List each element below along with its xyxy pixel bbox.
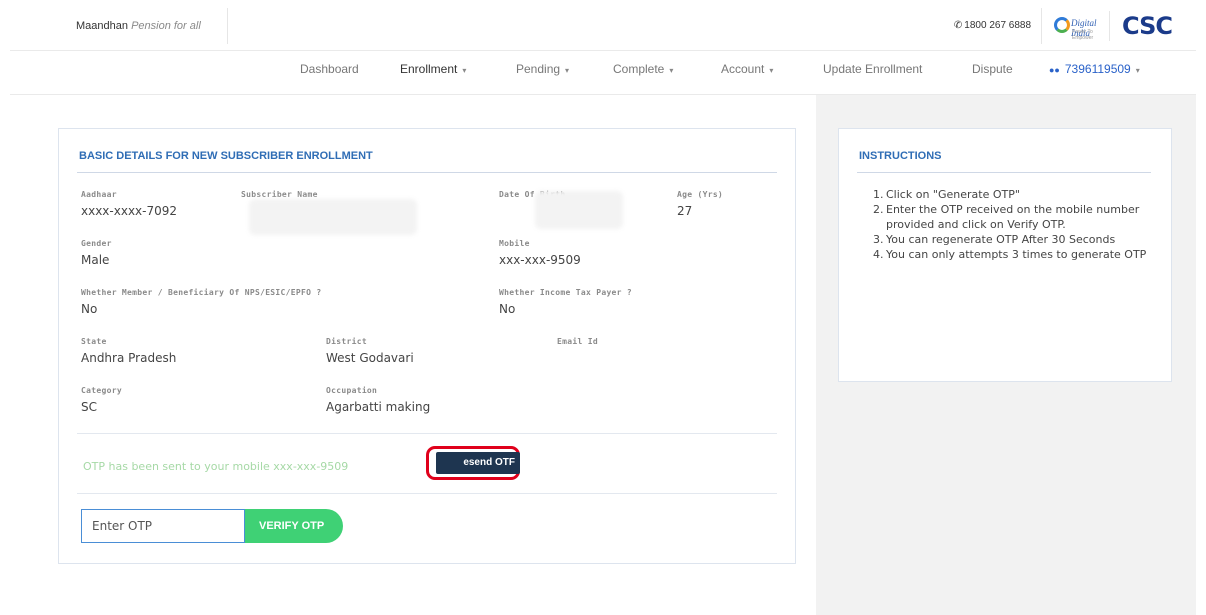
- nav-update-enrollment[interactable]: Update Enrollment: [823, 62, 922, 76]
- email-field: Email Id: [557, 337, 598, 351]
- income-tax-label: Whether Income Tax Payer ?: [499, 288, 633, 297]
- occupation-field: Occupation Agarbatti making: [326, 386, 430, 414]
- nav-account-label: Account: [721, 62, 765, 76]
- mobile-label: Mobile: [499, 239, 530, 248]
- digital-india-subtext: Power To Empower: [1072, 29, 1094, 41]
- nav-update-enrollment-label: Update Enrollment: [823, 62, 923, 76]
- age-value: 27: [677, 204, 693, 218]
- member-value: No: [81, 302, 98, 316]
- gender-label: Gender: [81, 239, 112, 248]
- redacted-name: [249, 199, 417, 235]
- gender-field: Gender Male: [81, 239, 112, 267]
- nav-pending[interactable]: Pending ▾: [516, 62, 569, 76]
- district-value: West Godavari: [326, 351, 414, 365]
- district-label: District: [326, 337, 367, 346]
- nav-account[interactable]: Account ▾: [721, 62, 773, 76]
- instruction-number: 1.: [873, 188, 884, 201]
- header-divider: [10, 50, 1196, 51]
- verify-otp-button[interactable]: VERIFY OTP: [245, 509, 343, 543]
- aadhaar-label: Aadhaar: [81, 190, 117, 199]
- brand-tagline: Pension for all: [131, 20, 201, 32]
- aadhaar-value: xxxx-xxxx-7092: [81, 204, 178, 218]
- member-field: Whether Member / Beneficiary Of NPS/ESIC…: [81, 288, 321, 316]
- helpline-number: 1800 267 6888: [964, 20, 1032, 31]
- nav-dispute[interactable]: Dispute: [972, 62, 1013, 76]
- member-label: Whether Member / Beneficiary Of NPS/ESIC…: [81, 288, 322, 297]
- state-label: State: [81, 337, 107, 346]
- nav-enrollment[interactable]: Enrollment ▾: [400, 62, 466, 76]
- main-nav: Dashboard Enrollment ▾ Pending ▾ Complete ▾…: [0, 62, 1206, 86]
- resend-highlight: esend OTF: [426, 446, 520, 480]
- instructions-card: INSTRUCTIONS 1. Click on "Generate OTP" 2…: [838, 128, 1172, 382]
- user-number: 7396119509: [1064, 62, 1131, 76]
- email-label: Email Id: [557, 337, 598, 346]
- chevron-down-icon: ▾: [769, 66, 774, 75]
- chevron-down-icon: ▾: [1135, 66, 1140, 75]
- subscriber-name-label: Subscriber Name: [241, 190, 318, 199]
- otp-sent-message: OTP has been sent to your mobile xxx-xxx…: [83, 460, 349, 473]
- mobile-field: Mobile xxx-xxx-9509: [499, 239, 581, 267]
- csc-logo: CSC: [1122, 12, 1173, 40]
- income-tax-value: No: [499, 302, 516, 316]
- phone-icon: ✆: [953, 20, 963, 31]
- occupation-label: Occupation: [326, 386, 378, 395]
- nav-dispute-label: Dispute: [972, 62, 1013, 76]
- instructions-title: INSTRUCTIONS: [859, 150, 942, 162]
- chevron-down-icon: ▾: [462, 66, 467, 75]
- instruction-text: You can only attempts 3 times to generat…: [886, 248, 1147, 261]
- verify-divider: [77, 493, 777, 494]
- digital-india-swirl-icon: [1054, 17, 1071, 33]
- instruction-text: You can regenerate OTP After 30 Seconds: [886, 233, 1116, 246]
- category-field: Category SC: [81, 386, 122, 414]
- chevron-down-icon: ▾: [565, 66, 570, 75]
- aadhaar-field: Aadhaar xxxx-xxxx-7092: [81, 190, 177, 218]
- instruction-number: 4.: [873, 248, 884, 261]
- helpline: ✆ 1800 267 6888: [953, 8, 1043, 44]
- category-label: Category: [81, 386, 122, 395]
- age-field: Age (Yrs) 27: [677, 190, 723, 218]
- nav-complete-label: Complete: [613, 62, 665, 76]
- state-field: State Andhra Pradesh: [81, 337, 176, 365]
- nav-complete[interactable]: Complete ▾: [613, 62, 673, 76]
- instruction-item: 4. You can only attempts 3 times to gener…: [873, 247, 1153, 262]
- otp-divider: [77, 433, 777, 434]
- gender-value: Male: [81, 253, 110, 267]
- instruction-text: Click on "Generate OTP": [886, 188, 1020, 201]
- nav-dashboard[interactable]: Dashboard: [300, 62, 359, 76]
- nav-enrollment-label: Enrollment: [400, 62, 458, 76]
- instruction-text: Enter the OTP received on the mobile num…: [886, 203, 1140, 231]
- age-label: Age (Yrs): [677, 190, 724, 199]
- brand-name: Maandhan: [76, 20, 128, 32]
- instructions-divider: [857, 172, 1151, 173]
- enrollment-divider: [77, 172, 777, 173]
- chevron-down-icon: ▾: [669, 66, 674, 75]
- redacted-dob: [535, 191, 623, 229]
- occupation-value: Agarbatti making: [326, 400, 431, 414]
- category-value: SC: [81, 400, 97, 414]
- user-icon: ●●: [1049, 65, 1060, 75]
- instruction-number: 3.: [873, 233, 884, 246]
- digital-india-logo: Digital India Power To Empower: [1052, 11, 1111, 41]
- mobile-value: xxx-xxx-9509: [499, 253, 581, 267]
- top-bar: Maandhan Pension for all ✆ 1800 267 6888 …: [0, 0, 1206, 50]
- nav-user-menu[interactable]: ●● 7396119509 ▾: [1049, 62, 1140, 76]
- nav-dashboard-label: Dashboard: [300, 62, 359, 76]
- resend-otp-button[interactable]: esend OTF: [436, 452, 520, 474]
- instructions-list: 1. Click on "Generate OTP" 2. Enter the OT…: [873, 187, 1153, 262]
- enrollment-title: BASIC DETAILS FOR NEW SUBSCRIBER ENROLLM…: [79, 150, 373, 162]
- district-field: District West Godavari: [326, 337, 414, 365]
- instruction-item: 1. Click on "Generate OTP": [873, 187, 1153, 202]
- instruction-number: 2.: [873, 203, 884, 216]
- nav-pending-label: Pending: [516, 62, 561, 76]
- instruction-item: 3. You can regenerate OTP After 30 Second…: [873, 232, 1153, 247]
- state-value: Andhra Pradesh: [81, 351, 177, 365]
- header-right: ✆ 1800 267 6888 Digital India Power To Em…: [953, 8, 1173, 44]
- income-tax-field: Whether Income Tax Payer ? No: [499, 288, 632, 316]
- brand[interactable]: Maandhan Pension for all: [62, 8, 228, 44]
- enrollment-card: BASIC DETAILS FOR NEW SUBSCRIBER ENROLLM…: [58, 128, 796, 564]
- otp-input[interactable]: [81, 509, 245, 543]
- instruction-item: 2. Enter the OTP received on the mobile n…: [873, 202, 1153, 232]
